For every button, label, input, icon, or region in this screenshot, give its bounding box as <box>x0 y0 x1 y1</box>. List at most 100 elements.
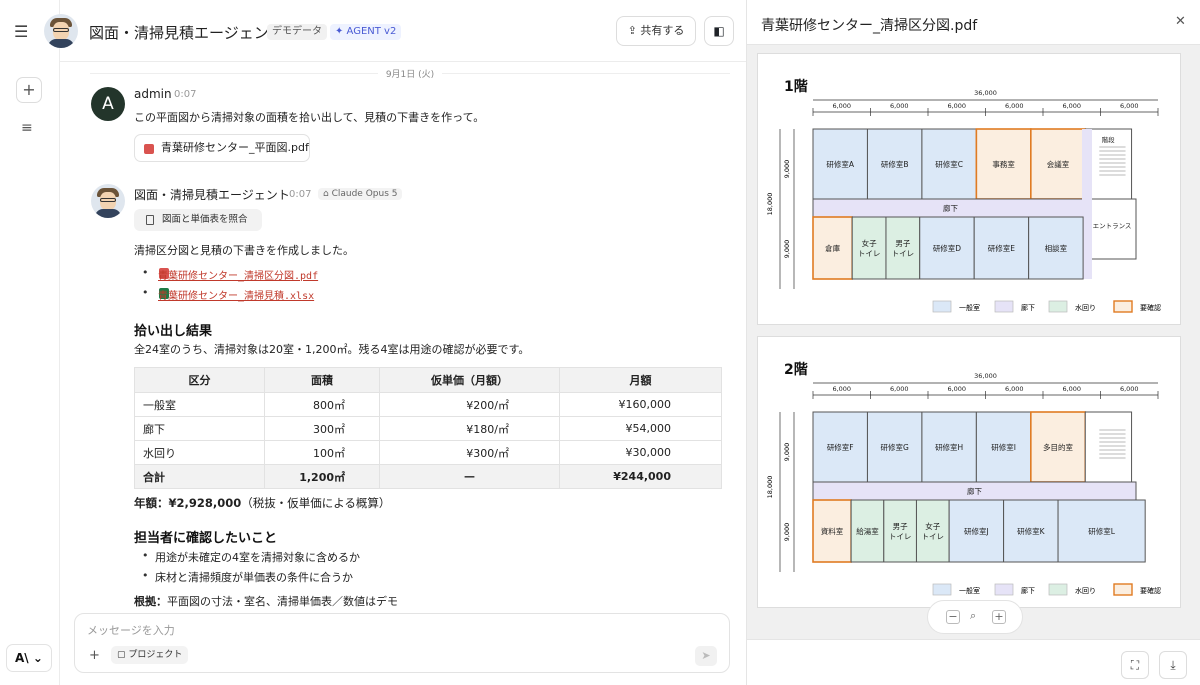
room-label: 多目的室 <box>1043 442 1073 452</box>
download-button[interactable]: ⤓ <box>1159 651 1187 679</box>
legend-swatch <box>994 300 1014 313</box>
zoom-in-button[interactable]: + <box>992 610 1006 624</box>
dimension-span: 6,000 <box>947 385 966 393</box>
table-cell: ¥200/㎡ <box>379 392 560 417</box>
dimension-total: 36,000 <box>974 89 997 97</box>
room-label: 研修室J <box>964 526 989 536</box>
tool-call-chip[interactable]: 図面と単価表を照合 <box>134 209 262 231</box>
table-cell: 廊下 <box>134 416 265 441</box>
room-label: 事務室 <box>992 159 1015 169</box>
floor-plan-2: 36,000 6,000 6,000 6,000 6,000 6,000 6,000 18,0… <box>766 372 1161 596</box>
dimension-half: 9,000 <box>783 160 791 179</box>
dimension-span: 6,000 <box>1120 102 1139 110</box>
room-water <box>885 216 921 280</box>
chat-header: 図面・清掃見積エージェント デモデータ ✦ AGENT v2 ⇪ 共有する ◧ <box>44 0 746 62</box>
table-cell: ¥300/㎡ <box>379 440 560 465</box>
table-row: 廊下 300㎡ ¥180/㎡ ¥54,000 <box>134 416 722 441</box>
zoom-icon: ⌕ <box>970 609 977 622</box>
table-cell: ¥180/㎡ <box>379 416 560 441</box>
legend-swatch <box>1113 583 1133 596</box>
pdf-viewer[interactable]: 1階 36,000 6,000 6,000 6,000 6,000 6,000 6,000 1… <box>747 44 1200 640</box>
new-chat-button[interactable]: + <box>16 77 42 103</box>
table-header: 区分 <box>134 367 265 393</box>
page-floor-1: 1階 36,000 6,000 6,000 6,000 6,000 6,000 6,000 1… <box>757 53 1181 325</box>
room-label: 研修室L <box>1088 526 1115 536</box>
dimension-span: 6,000 <box>832 385 851 393</box>
demo-badge: デモデータ <box>267 24 327 40</box>
message-input[interactable]: メッセージを入力 <box>87 622 175 638</box>
app-logo-menu[interactable]: A\ ⌄ <box>6 644 52 672</box>
result-pdf-link[interactable]: 青葉研修センター_清掃区分図.pdf <box>158 267 318 282</box>
attached-file[interactable]: 青葉研修センター_平面図.pdf <box>134 134 310 162</box>
preview-title: 青葉研修センター_清掃区分図.pdf <box>761 18 978 34</box>
floor-plan-1: 36,000 6,000 6,000 6,000 6,000 6,000 6,000 18,0… <box>766 89 1161 313</box>
room-label: 研修室G <box>881 442 909 452</box>
menu-icon[interactable]: ☰ <box>14 22 28 41</box>
document-icon <box>146 215 154 225</box>
attached-file-name: 青葉研修センター_平面図.pdf <box>161 141 309 154</box>
table-header-row: 区分 面積 仮単価（月額） 月額 <box>134 367 722 393</box>
estimate-table: 区分 面積 仮単価（月額） 月額 一般室 800㎡ ¥200/㎡ ¥160,00… <box>134 367 722 489</box>
zoom-out-button[interactable]: − <box>946 610 960 624</box>
table-cell: ¥54,000 <box>559 416 722 441</box>
table-header: 面積 <box>264 367 380 393</box>
room-label: 会議室 <box>1047 159 1070 169</box>
share-button[interactable]: ⇪ 共有する <box>616 16 696 46</box>
result-xlsx-link[interactable]: 青葉研修センター_清掃見積.xlsx <box>158 287 314 302</box>
table-cell: 100㎡ <box>264 440 380 465</box>
table-cell: ¥160,000 <box>559 392 722 417</box>
fullscreen-button[interactable]: ⛶ <box>1121 651 1149 679</box>
send-button[interactable]: ➤ <box>695 646 717 666</box>
room-label: 倉庫 <box>825 243 840 253</box>
history-icon[interactable]: ≡ <box>21 120 33 136</box>
send-icon: ➤ <box>701 649 711 662</box>
dimension-span: 6,000 <box>890 385 909 393</box>
table-cell: 合計 <box>134 464 265 489</box>
dimension-height: 18,000 <box>766 193 774 216</box>
room-label: 研修室A <box>826 159 854 169</box>
table-total-row: 合計 1,200㎡ — ¥244,000 <box>134 464 722 489</box>
room-label: 給湯室 <box>856 526 879 536</box>
legend-label: 水回り <box>1075 586 1096 595</box>
dimension-half: 9,000 <box>783 443 791 462</box>
legend-label: 廊下 <box>1021 303 1035 312</box>
table-cell: 300㎡ <box>264 416 380 441</box>
attach-button[interactable]: + <box>89 648 100 663</box>
room-water <box>851 216 887 280</box>
model-icon: ⌂ <box>323 189 332 199</box>
room-label: 研修室E <box>988 243 1015 253</box>
room-label: 研修室I <box>991 442 1016 452</box>
chat-thread: 9月1日 (火) A admin 0:07 この平面図から清掃対象の面積を拾い出… <box>60 62 746 610</box>
legend-swatch <box>1048 583 1068 596</box>
table-cell: 1,200㎡ <box>264 464 380 489</box>
legend-label: 要確認 <box>1140 303 1161 312</box>
annual-total: 年額：¥2,928,000（税抜・仮単価による概算） <box>134 496 391 510</box>
dimension-span: 6,000 <box>890 102 909 110</box>
toggle-panel-button[interactable]: ◧ <box>704 16 734 46</box>
close-icon[interactable]: ✕ <box>1175 14 1186 29</box>
room-water <box>915 499 950 563</box>
section-heading-results: 拾い出し結果 <box>134 324 213 339</box>
agent-message-avatar <box>91 184 125 218</box>
dimension-span: 6,000 <box>1062 102 1081 110</box>
project-button[interactable]: ▢ プロジェクト <box>111 646 189 664</box>
dimension-span: 6,000 <box>1120 385 1139 393</box>
table-header: 仮単価（月額） <box>379 367 560 393</box>
table-cell: 水回り <box>134 440 265 465</box>
legend-label: 一般室 <box>959 586 980 595</box>
page-floor-2: 2階 36,000 6,000 6,000 6,000 6,000 6,000 6,000 1… <box>757 336 1181 608</box>
legend-swatch <box>1048 300 1068 313</box>
dimension-half: 9,000 <box>783 523 791 542</box>
dimension-span: 6,000 <box>1005 385 1024 393</box>
message-composer[interactable]: メッセージを入力 + ▢ プロジェクト ➤ <box>74 613 730 673</box>
table-cell: 一般室 <box>134 392 265 417</box>
share-icon: ⇪ <box>627 24 641 37</box>
table-header: 月額 <box>559 367 722 393</box>
room-label: 相談室 <box>1045 243 1068 253</box>
basis-note: 根拠：平面図の寸法・室名、清掃単価表／数値はデモ <box>134 595 398 608</box>
agent-intro: 清掃区分図と見積の下書きを作成しました。 <box>134 244 354 257</box>
table-cell: 800㎡ <box>264 392 380 417</box>
room-label: 研修室D <box>933 243 961 253</box>
page-title: 図面・清掃見積エージェント <box>89 24 284 42</box>
stairs <box>1084 411 1133 483</box>
